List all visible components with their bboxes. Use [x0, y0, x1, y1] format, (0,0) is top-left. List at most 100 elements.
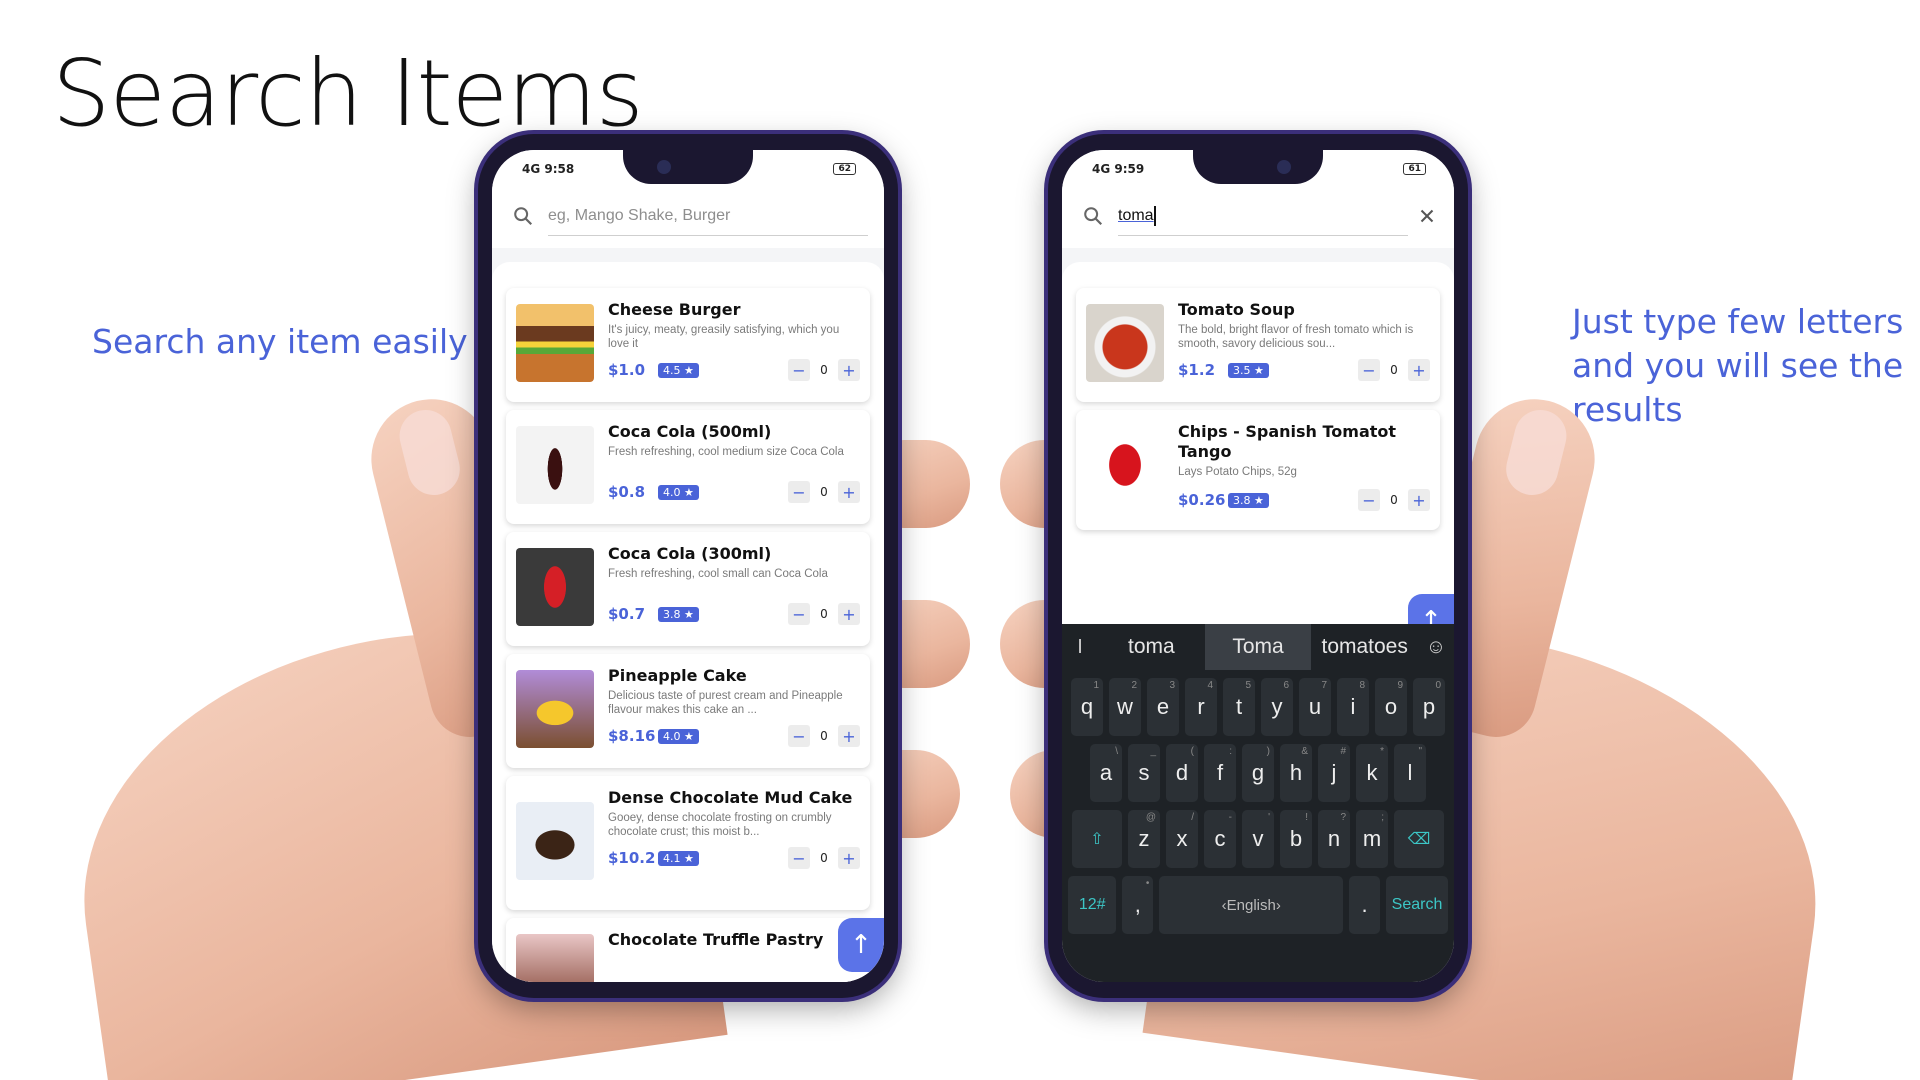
key-q[interactable]: q1 [1071, 678, 1103, 736]
key-letter: q [1080, 694, 1094, 719]
item-price: $1.2 [1178, 361, 1216, 379]
period-key[interactable]: . [1349, 876, 1381, 934]
emoji-icon[interactable]: ☺ [1418, 636, 1454, 659]
key-letter: i [1350, 694, 1356, 719]
list-item[interactable]: Cheese Burger It's juicy, meaty, greasil… [506, 288, 870, 402]
minus-icon[interactable]: − [788, 481, 810, 503]
key-letter: d [1175, 760, 1189, 785]
quantity-value: 0 [1390, 363, 1398, 377]
key-b[interactable]: b! [1280, 810, 1312, 868]
minus-icon[interactable]: − [1358, 359, 1380, 381]
comma-key[interactable]: , • [1122, 876, 1154, 934]
list-item[interactable]: Chocolate Truffle Pastry [506, 918, 870, 982]
key-t[interactable]: t5 [1223, 678, 1255, 736]
item-name: Dense Chocolate Mud Cake [608, 788, 853, 807]
minus-icon[interactable]: − [788, 725, 810, 747]
key-k[interactable]: k * [1356, 744, 1388, 802]
key-j[interactable]: j # [1318, 744, 1350, 802]
minus-icon[interactable]: − [788, 603, 810, 625]
key-i[interactable]: i8 [1337, 678, 1369, 736]
search-input[interactable]: eg, Mango Shake, Burger [548, 196, 868, 236]
scroll-top-button[interactable]: ↑ [838, 918, 884, 972]
suggestion-item[interactable]: Toma [1204, 624, 1312, 670]
key-f[interactable]: f: [1204, 744, 1236, 802]
key-y[interactable]: y6 [1261, 678, 1293, 736]
quantity-stepper: − 0 + [1358, 359, 1430, 381]
list-item[interactable]: Coca Cola (500ml) Fresh refreshing, cool… [506, 410, 870, 524]
key-alt-char: 5 [1245, 680, 1251, 691]
quantity-stepper: − 0 + [788, 359, 860, 381]
key-s[interactable]: s _ [1128, 744, 1160, 802]
key-e[interactable]: e3 [1147, 678, 1179, 736]
key-g[interactable]: g) [1242, 744, 1274, 802]
space-bar[interactable]: ‹ English › [1159, 876, 1344, 934]
key-letter: y [1271, 694, 1283, 719]
quantity-value: 0 [820, 729, 828, 743]
quantity-value: 0 [820, 485, 828, 499]
key-n[interactable]: n? [1318, 810, 1350, 868]
key-r[interactable]: r4 [1185, 678, 1217, 736]
minus-icon[interactable]: − [788, 847, 810, 869]
plus-icon[interactable]: + [838, 847, 860, 869]
item-price: $0.8 [608, 483, 646, 501]
key-alt-char: 2 [1131, 680, 1137, 691]
plus-icon[interactable]: + [838, 725, 860, 747]
key-c[interactable]: c- [1204, 810, 1236, 868]
numbers-key[interactable]: 12# [1068, 876, 1117, 934]
search-input[interactable]: toma [1118, 196, 1408, 236]
coca-cola-bottle-image [516, 426, 594, 504]
quantity-value: 0 [1390, 493, 1398, 507]
key-letter: t [1235, 694, 1243, 719]
plus-icon[interactable]: + [838, 359, 860, 381]
notch [623, 150, 753, 184]
rating-badge: 3.8 ★ [658, 606, 699, 622]
minus-icon[interactable]: − [1358, 489, 1380, 511]
item-description: Lays Potato Chips, 52g [1178, 466, 1297, 478]
battery-level: 61 [1403, 163, 1426, 175]
list-item[interactable]: Pineapple Cake Delicious taste of purest… [506, 654, 870, 768]
item-name: Cheese Burger [608, 300, 741, 319]
quantity-stepper: − 0 + [788, 847, 860, 869]
key-alt-char: _ [1150, 746, 1156, 757]
rating-badge: 3.8 ★ [1228, 492, 1269, 508]
key-o[interactable]: o9 [1375, 678, 1407, 736]
key-row-4: 12# , • ‹ English › . Search [1062, 876, 1454, 934]
key-w[interactable]: w2 [1109, 678, 1141, 736]
search-action-key[interactable]: Search [1386, 876, 1448, 934]
plus-icon[interactable]: + [1408, 489, 1430, 511]
cursor-icon[interactable]: I [1062, 636, 1098, 659]
key-alt-char: ( [1190, 746, 1194, 757]
key-letter: o [1384, 694, 1398, 719]
suggestion-item[interactable]: toma [1098, 624, 1205, 670]
suggestion-bar: I toma Toma tomatoes ☺ [1062, 624, 1454, 670]
minus-icon[interactable]: − [788, 359, 810, 381]
suggestion-item[interactable]: tomatoes [1311, 624, 1418, 670]
plus-icon[interactable]: + [838, 481, 860, 503]
key-z[interactable]: z @ [1128, 810, 1160, 868]
key-a[interactable]: a \ [1090, 744, 1122, 802]
key-letter: c [1214, 826, 1226, 851]
backspace-icon[interactable]: ⌫ [1394, 810, 1444, 868]
key-x[interactable]: x / [1166, 810, 1198, 868]
key-h[interactable]: h & [1280, 744, 1312, 802]
list-item[interactable]: Coca Cola (300ml) Fresh refreshing, cool… [506, 532, 870, 646]
clear-icon[interactable] [1416, 205, 1438, 227]
key-v[interactable]: v ' [1242, 810, 1274, 868]
key-alt-char: & [1301, 746, 1308, 757]
network-label: 4G [522, 162, 541, 176]
key-letter: h [1289, 760, 1303, 785]
chocolate-cake-image [516, 802, 594, 880]
plus-icon[interactable]: + [1408, 359, 1430, 381]
key-l[interactable]: l " [1394, 744, 1426, 802]
list-item[interactable]: Tomato Soup The bold, bright flavor of f… [1076, 288, 1440, 402]
network-label: 4G [1092, 162, 1111, 176]
plus-icon[interactable]: + [838, 603, 860, 625]
list-item[interactable]: Dense Chocolate Mud Cake Gooey, dense ch… [506, 776, 870, 910]
shift-icon[interactable]: ⇧ [1072, 810, 1122, 868]
key-u[interactable]: u7 [1299, 678, 1331, 736]
key-d[interactable]: d( [1166, 744, 1198, 802]
key-letter: v [1252, 826, 1264, 851]
key-m[interactable]: m; [1356, 810, 1388, 868]
list-item[interactable]: Chips - Spanish Tomatot Tango Lays Potat… [1076, 410, 1440, 530]
key-p[interactable]: p0 [1413, 678, 1445, 736]
